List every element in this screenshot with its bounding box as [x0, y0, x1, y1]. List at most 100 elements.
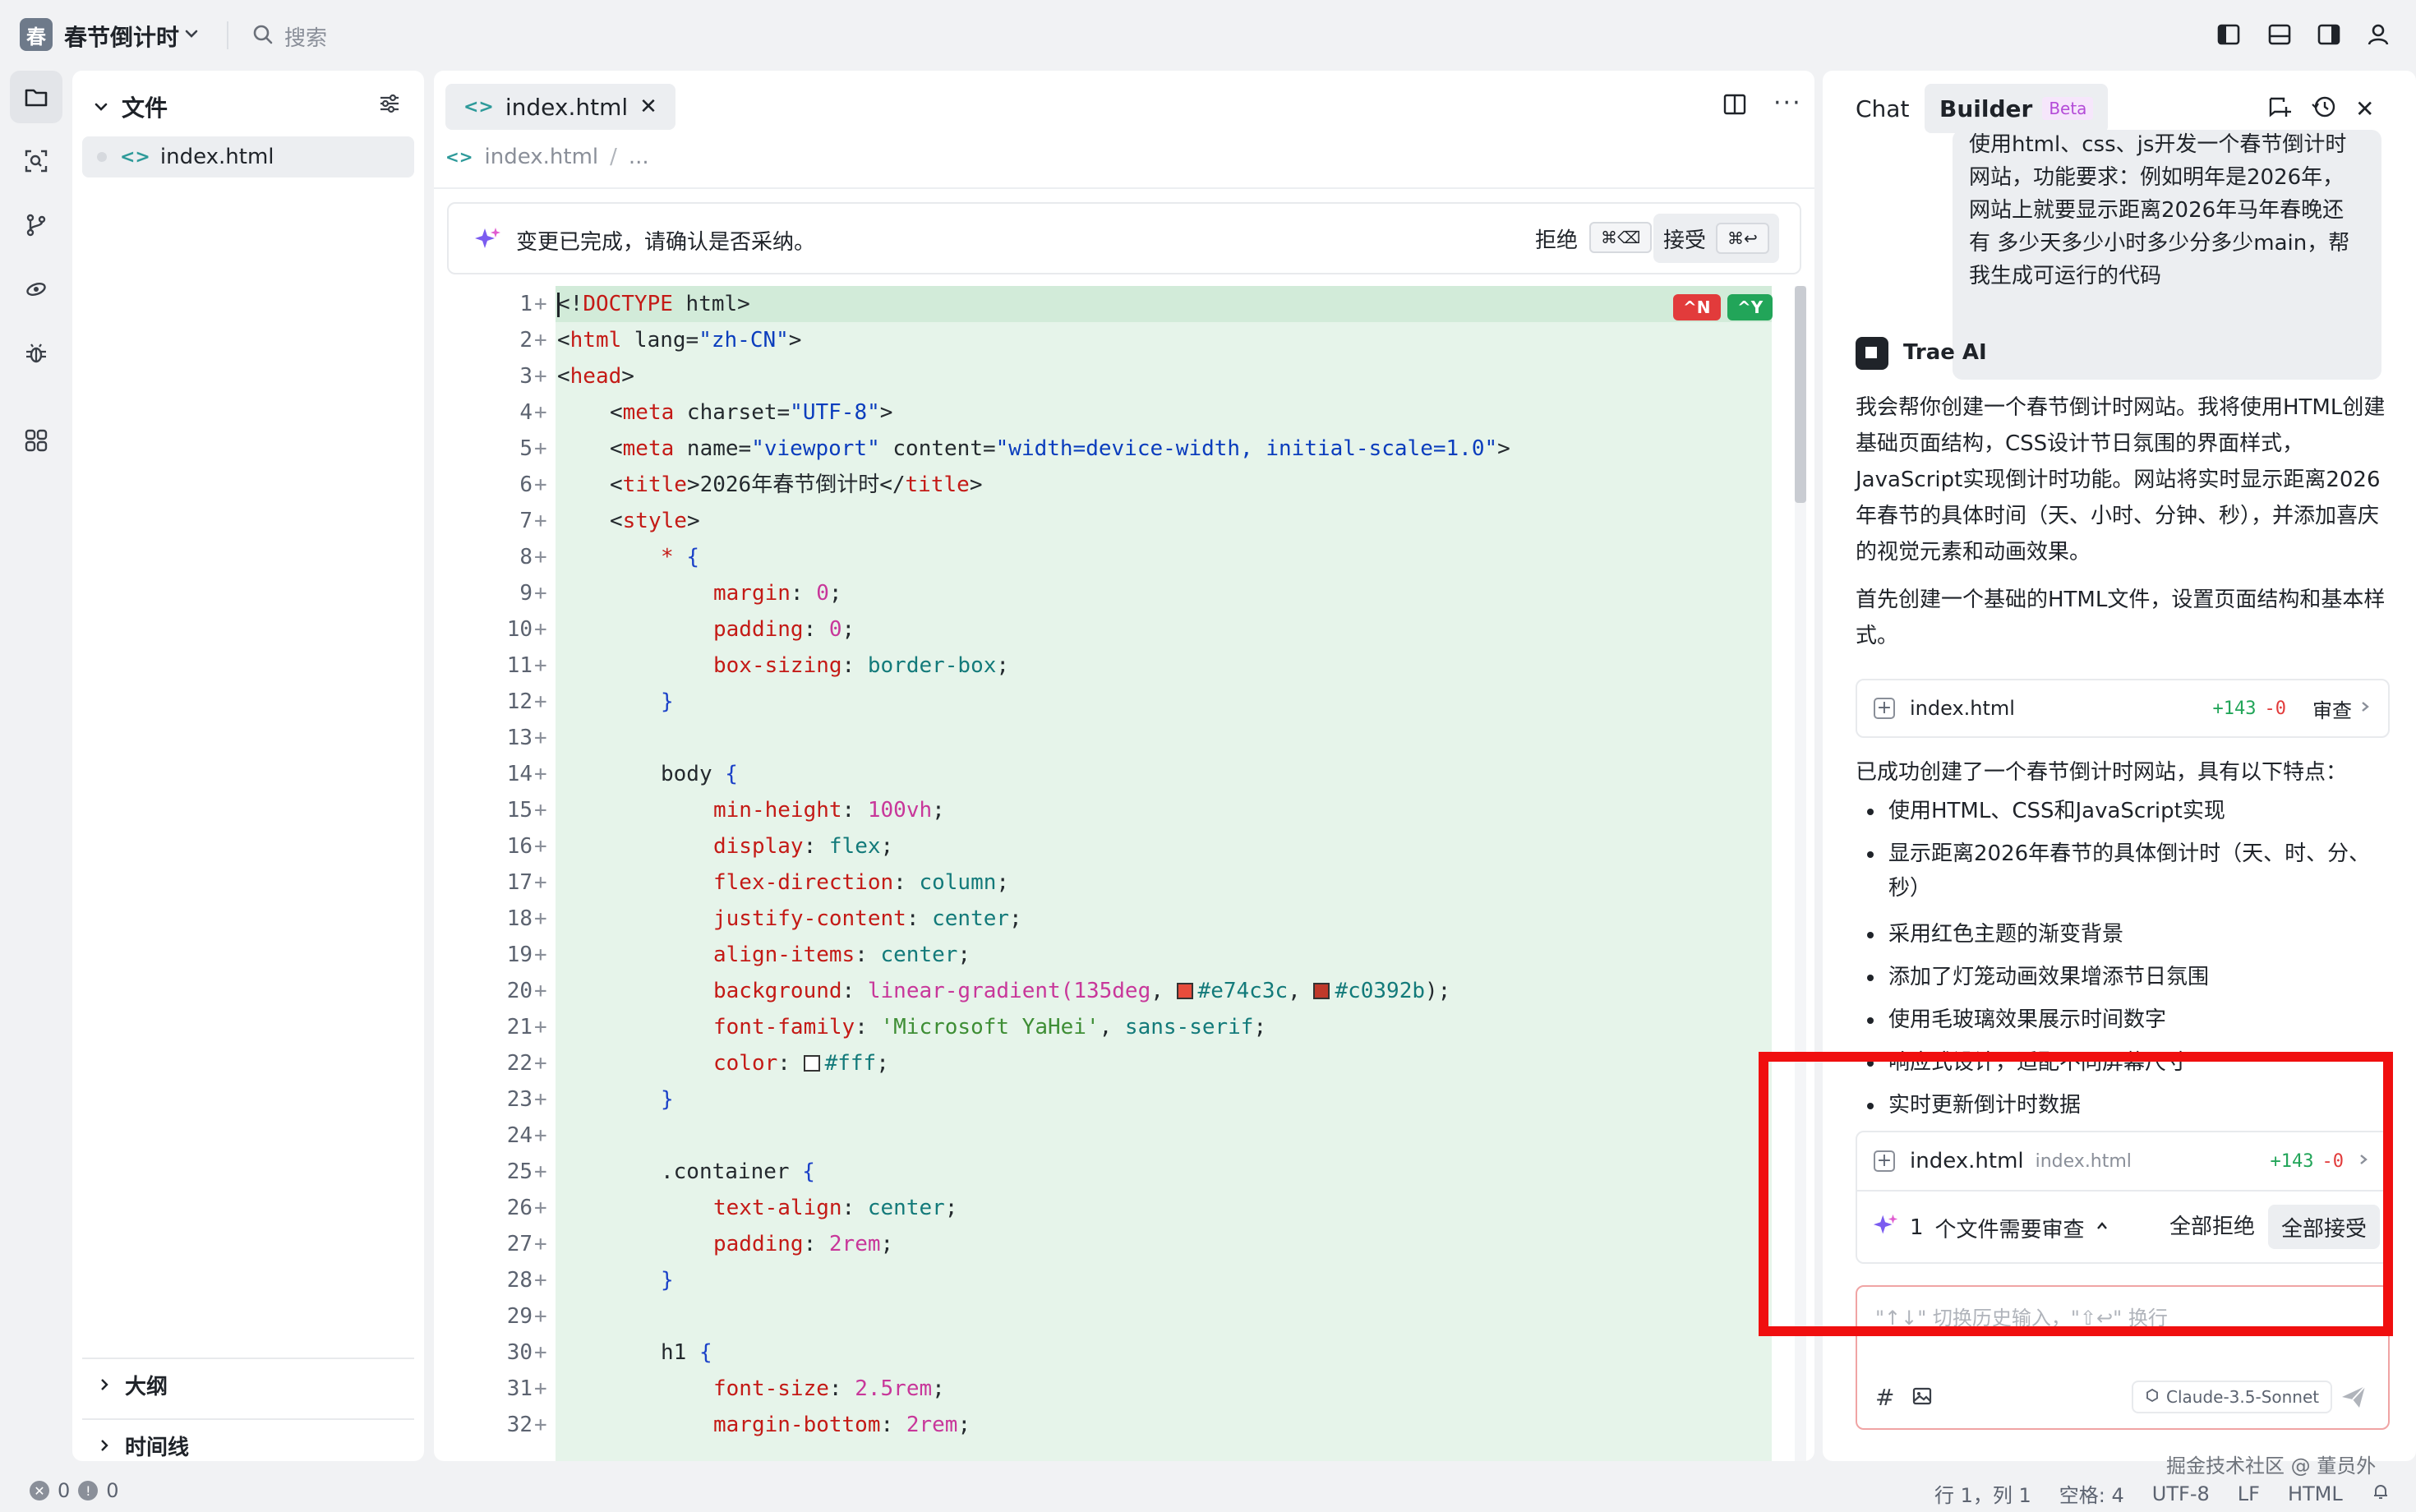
outline-section[interactable]: 大纲: [82, 1358, 414, 1410]
user-message-text: 使用html、css、js开发一个春节倒计时网站，功能要求：例如明年是2026年…: [1969, 132, 2350, 288]
line-number: 17: [506, 870, 533, 895]
error-icon: ✕: [30, 1481, 49, 1500]
language-mode[interactable]: HTML: [2288, 1482, 2343, 1505]
chevron-down-icon[interactable]: [182, 25, 201, 43]
search-icon[interactable]: [251, 23, 274, 46]
reject-change-button[interactable]: ^N: [1673, 294, 1721, 320]
added-line-marker: +: [534, 472, 547, 497]
added-line-marker: +: [534, 1304, 547, 1329]
line-number: 16: [506, 834, 533, 859]
line-number: 7: [519, 509, 533, 533]
code-line-2: <html lang="zh-CN">: [557, 328, 802, 353]
chevron-right-icon: [101, 1440, 108, 1451]
editor-panel: <> index.html ✕ ··· <> index.html / ... …: [434, 71, 1814, 1461]
color-swatch[interactable]: [1176, 983, 1193, 999]
breadcrumb-file[interactable]: index.html: [485, 145, 599, 169]
code-line-31: font-size: 2.5rem;: [713, 1376, 945, 1401]
line-number: 20: [506, 979, 533, 1003]
cursor-position[interactable]: 行 1，列 1: [1934, 1479, 2031, 1508]
line-number: 19: [506, 943, 533, 967]
more-icon[interactable]: ···: [1773, 89, 1802, 118]
code-line-18: justify-content: center;: [713, 906, 1022, 931]
ai-name: Trae AI: [1903, 340, 1987, 365]
history-icon[interactable]: [2311, 94, 2337, 123]
line-ending[interactable]: LF: [2238, 1482, 2260, 1505]
split-editor-icon[interactable]: [1722, 92, 1747, 120]
code-editor[interactable]: 1 +2 +3 +4 +5 +6 +7 +8 +9 +10 +11 +12 +13 +14 +15 +16 +1…: [434, 286, 1790, 1461]
accept-button[interactable]: 接受 ⌘↩: [1653, 214, 1779, 263]
remote-icon[interactable]: [10, 263, 62, 316]
search-scan-icon[interactable]: [10, 135, 62, 187]
project-name[interactable]: 春节倒计时: [64, 20, 179, 53]
toggle-bottom-panel-icon[interactable]: [2265, 20, 2294, 49]
tab-index-html[interactable]: <> index.html ✕: [445, 84, 675, 130]
text-cursor: [557, 293, 560, 317]
toggle-right-sidebar-icon[interactable]: [2314, 20, 2344, 49]
line-number: 1: [519, 292, 533, 316]
added-line-marker: +: [534, 906, 547, 931]
line-number: 6: [519, 472, 533, 497]
added-line-marker: +: [534, 509, 547, 533]
chevron-down-icon[interactable]: [92, 98, 110, 116]
send-icon[interactable]: [2339, 1382, 2368, 1415]
app-logo[interactable]: 春: [20, 18, 53, 51]
color-swatch[interactable]: [1313, 983, 1330, 999]
code-line-28: }: [661, 1268, 674, 1293]
timeline-section[interactable]: 时间线: [82, 1418, 414, 1471]
added-line-marker: +: [534, 870, 547, 895]
search-input[interactable]: 搜索: [284, 21, 327, 52]
debug-icon[interactable]: [10, 327, 62, 380]
scrollbar-thumb[interactable]: [1795, 286, 1806, 503]
notifications-bell-icon[interactable]: [2371, 1482, 2391, 1506]
watermark: 掘金技术社区 @ 董员外: [2166, 1454, 2377, 1477]
indentation[interactable]: 空格: 4: [2059, 1479, 2124, 1508]
list-item: 显示距离2026年春节的具体倒计时（天、时、分、秒）: [1856, 837, 2390, 906]
review-message: 变更已完成，请确认是否采纳。: [516, 230, 816, 255]
problems-indicator[interactable]: ✕ 0 ! 0: [30, 1479, 119, 1502]
line-number: 15: [506, 798, 533, 823]
account-icon[interactable]: [2363, 20, 2393, 49]
code-line-9: margin: 0;: [713, 581, 842, 606]
explorer-icon[interactable]: [10, 71, 62, 123]
code-line-4: <meta charset="UTF-8">: [610, 400, 893, 425]
breadcrumb: <> index.html / ...: [445, 145, 649, 169]
line-number: 13: [506, 726, 533, 750]
added-line-marker: +: [534, 1123, 547, 1148]
reject-button[interactable]: 拒绝: [1535, 224, 1578, 254]
code-line-1: <!DOCTYPE html>: [557, 292, 750, 316]
beta-badge: Beta: [2042, 97, 2094, 120]
toggle-left-sidebar-icon[interactable]: [2214, 20, 2243, 49]
added-line-marker: +: [534, 364, 547, 389]
line-number: 12: [506, 689, 533, 714]
extensions-icon[interactable]: [10, 414, 62, 467]
file-change-card[interactable]: + index.html +143 -0 审查: [1856, 679, 2390, 738]
file-tree-item-index-html[interactable]: <> index.html: [82, 136, 414, 177]
accept-change-button[interactable]: ^Y: [1727, 294, 1773, 320]
top-divider: [227, 21, 228, 49]
new-chat-icon[interactable]: [2266, 94, 2293, 123]
added-line-marker: +: [534, 1376, 547, 1401]
line-number: 8: [519, 545, 533, 569]
color-swatch[interactable]: [803, 1055, 820, 1072]
hash-icon[interactable]: #: [1875, 1384, 1894, 1411]
close-icon[interactable]: ✕: [2355, 95, 2374, 122]
review-link[interactable]: 审查: [2312, 694, 2352, 723]
filter-settings-icon[interactable]: [378, 92, 401, 118]
explorer-header[interactable]: 文件: [92, 89, 168, 125]
image-icon[interactable]: [1911, 1385, 1933, 1410]
model-selector[interactable]: Claude-3.5-Sonnet: [2132, 1381, 2333, 1413]
encoding[interactable]: UTF-8: [2152, 1482, 2210, 1505]
added-line-marker: +: [534, 1413, 547, 1437]
ai-message-paragraph: 我会帮你创建一个春节倒计时网站。我将使用HTML创建基础页面结构，CSS设计节日…: [1856, 395, 2386, 565]
line-number: 31: [506, 1376, 533, 1401]
tab-chat[interactable]: Chat: [1856, 95, 1909, 122]
source-control-icon[interactable]: [10, 199, 62, 251]
close-icon[interactable]: ✕: [639, 94, 657, 119]
tab-builder[interactable]: Builder Beta: [1925, 84, 2109, 133]
added-file-icon: +: [1874, 698, 1895, 719]
code-line-25: .container {: [661, 1159, 815, 1184]
line-number: 22: [506, 1051, 533, 1076]
line-number: 28: [506, 1268, 533, 1293]
breadcrumb-rest[interactable]: ...: [629, 145, 649, 169]
code-line-27: padding: 2rem;: [713, 1232, 894, 1256]
